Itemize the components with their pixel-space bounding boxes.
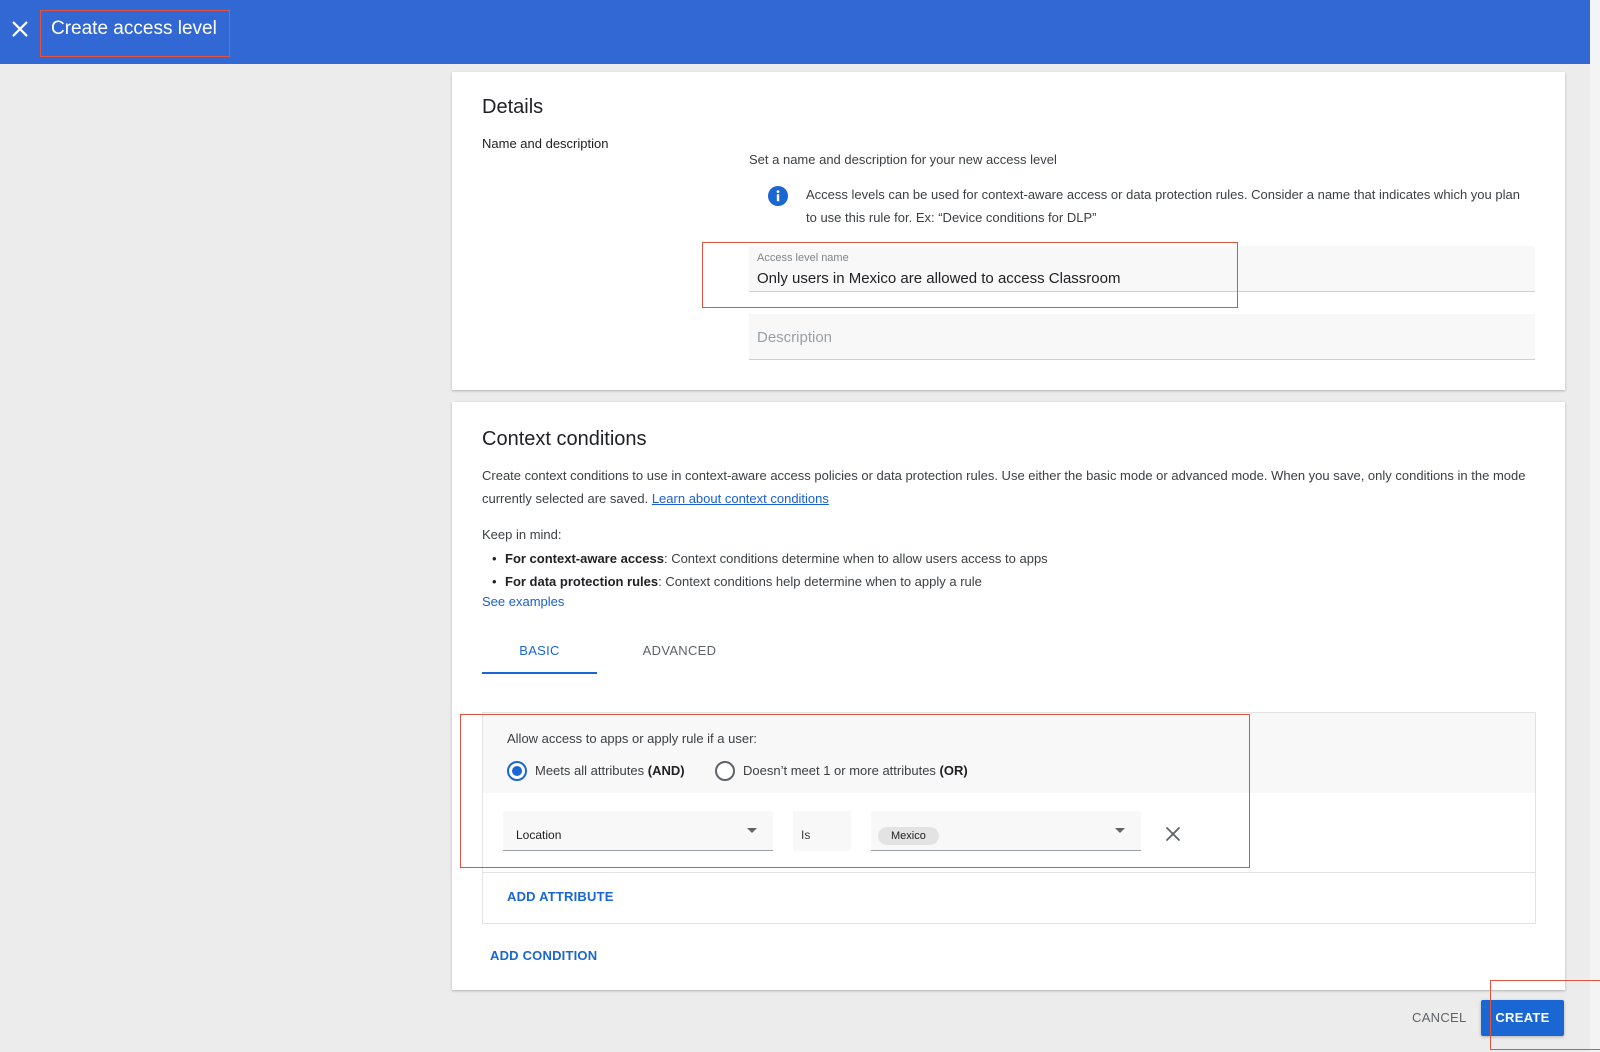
info-text: Access levels can be used for context-aw… [806, 187, 1520, 225]
name-description-label: Name and description [482, 136, 609, 151]
see-examples-link[interactable]: See examples [482, 594, 564, 609]
cancel-button[interactable]: CANCEL [1412, 1010, 1467, 1025]
description-field[interactable]: Description [749, 314, 1535, 360]
info-icon [768, 186, 788, 206]
add-condition-button[interactable]: ADD CONDITION [490, 948, 597, 963]
tab-basic[interactable]: BASIC [482, 634, 597, 674]
annotation-box-name [702, 242, 1238, 308]
scrollbar-track[interactable] [1590, 0, 1600, 1052]
add-attribute-button[interactable]: ADD ATTRIBUTE [507, 889, 614, 904]
description-placeholder: Description [757, 329, 833, 346]
details-heading: Details [482, 96, 544, 118]
list-item: For data protection rules: Context condi… [482, 570, 1048, 593]
context-description: Create context conditions to use in cont… [482, 464, 1542, 510]
details-card: Details Name and description Set a name … [452, 72, 1565, 390]
context-conditions-card: Context conditions Create context condit… [452, 402, 1565, 990]
keep-in-mind-label: Keep in mind: [482, 527, 562, 542]
annotation-box-condition [460, 714, 1250, 868]
list-item: For context-aware access: Context condit… [482, 547, 1048, 570]
close-icon[interactable] [9, 18, 33, 42]
annotation-box-create [1490, 980, 1600, 1050]
learn-about-link[interactable]: Learn about context conditions [652, 491, 829, 506]
top-app-bar: Create access level [0, 0, 1590, 64]
tab-advanced[interactable]: ADVANCED [622, 634, 737, 674]
context-heading: Context conditions [482, 428, 647, 450]
context-description-text: Create context conditions to use in cont… [482, 468, 1526, 506]
keep-in-mind-list: For context-aware access: Context condit… [482, 547, 1048, 593]
details-helper-text: Set a name and description for your new … [749, 152, 1057, 167]
annotation-box-title [40, 10, 230, 57]
